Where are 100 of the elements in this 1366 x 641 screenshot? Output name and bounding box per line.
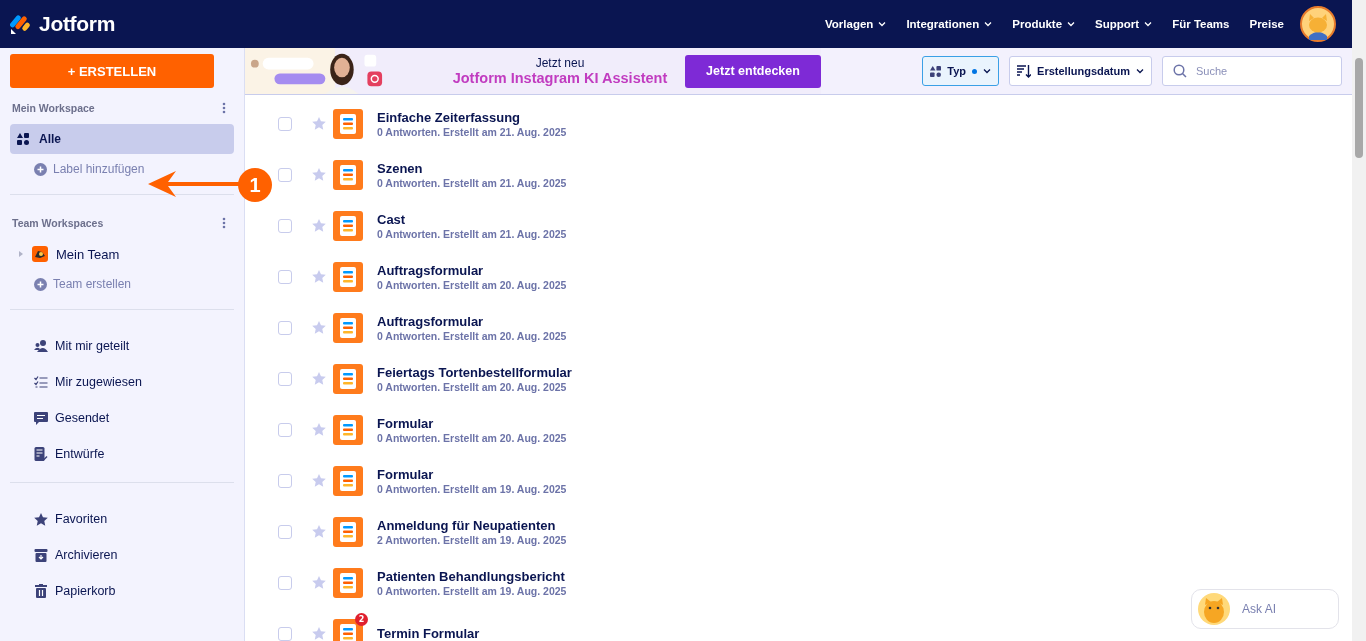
ask-ai-button[interactable]: Ask AI (1191, 589, 1339, 629)
notification-badge: 2 (355, 612, 368, 626)
checkbox[interactable] (278, 320, 292, 335)
form-icon (333, 312, 363, 343)
checkbox[interactable] (278, 218, 292, 233)
logo-icon (10, 13, 32, 35)
create-team-link[interactable]: Team erstellen (10, 269, 234, 299)
banner-headline: Jotform Instagram KI Assistent (452, 70, 668, 86)
form-meta: 0 Antworten. Erstellt am 21. Aug. 2025 (377, 227, 567, 240)
form-icon (333, 516, 363, 547)
form-meta: 0 Antworten. Erstellt am 20. Aug. 2025 (377, 380, 568, 393)
form-title: Patienten Behandlungsbericht (377, 568, 566, 584)
scrollbar[interactable] (1352, 0, 1366, 641)
trash-icon (34, 584, 48, 598)
star-icon[interactable] (312, 219, 326, 232)
star-icon[interactable] (312, 627, 326, 640)
nav-link[interactable]: Produkte (1012, 18, 1076, 30)
checkbox[interactable] (278, 422, 292, 437)
chevron-icon (983, 68, 992, 74)
callout-number: 1 (238, 168, 272, 202)
more-icon[interactable] (222, 217, 226, 229)
form-title: Feiertags Tortenbestellformular (377, 364, 572, 380)
form-meta: 0 Antworten. Erstellt am 20. Aug. 2025 (377, 278, 567, 291)
star-icon[interactable] (312, 270, 326, 283)
star-icon[interactable] (312, 117, 326, 130)
sidebar-item[interactable]: Archivieren (10, 537, 234, 573)
nav-link[interactable]: Vorlagen (825, 18, 887, 30)
plus-icon (34, 277, 47, 291)
checkbox[interactable] (278, 524, 292, 539)
form-meta: 0 Antworten. Erstellt am 20. Aug. 2025 (377, 329, 567, 342)
chevron-icon (1136, 68, 1144, 74)
star-icon[interactable] (312, 525, 326, 538)
form-icon (333, 210, 363, 241)
add-label-link[interactable]: Label hinzufügen (10, 154, 234, 184)
chevron-icon (1067, 21, 1076, 27)
team-icon (32, 246, 48, 262)
shapes-icon (930, 65, 942, 77)
sort-icon (1017, 64, 1032, 78)
nav-link[interactable]: Preise (1249, 18, 1284, 30)
checkbox[interactable] (278, 473, 292, 488)
sidebar-item[interactable]: Favoriten (10, 501, 234, 537)
star-icon[interactable] (312, 474, 326, 487)
form-title: Termin Formular (377, 626, 480, 641)
form-title: Auftragsformular (377, 262, 485, 278)
sort-button[interactable]: Erstellungsdatum (1009, 56, 1152, 86)
form-title: Anmeldung für Neupatienten (377, 517, 557, 533)
team-item[interactable]: Mein Team (10, 239, 234, 269)
checkbox[interactable] (278, 269, 292, 284)
star-icon[interactable] (312, 168, 326, 181)
star-icon[interactable] (312, 576, 326, 589)
chevron-icon (984, 21, 993, 27)
checkbox[interactable] (278, 167, 292, 182)
chevron-icon (1144, 21, 1153, 27)
form-icon (333, 414, 363, 445)
section-title: Mein Workspace (12, 102, 95, 114)
discover-button[interactable]: Jetzt entdecken (685, 54, 821, 88)
star-icon[interactable] (312, 372, 326, 385)
form-title: Auftragsformular (377, 313, 485, 329)
logo-text: Jotform (39, 12, 116, 36)
avatar-icon[interactable] (1300, 6, 1336, 42)
star-icon[interactable] (312, 321, 326, 334)
active-dot-icon (972, 68, 978, 74)
banner-eyebrow: Jetzt neu (535, 56, 585, 70)
grid-icon (17, 133, 29, 145)
form-title: Formular (377, 466, 435, 482)
sidebar-item[interactable]: Gesendet (10, 400, 234, 436)
checkbox[interactable] (278, 116, 292, 131)
sidebar-item[interactable]: Mir zugewiesen (10, 364, 234, 400)
sidebar-item[interactable]: Entwürfe (10, 436, 234, 472)
sidebar-item[interactable]: Mit mir geteilt (10, 328, 234, 364)
form-meta: 0 Antworten. Erstellt am 21. Aug. 2025 (377, 176, 567, 189)
document-icon (34, 447, 48, 461)
search-icon (1173, 64, 1187, 78)
checkbox[interactable] (278, 371, 292, 386)
star-icon[interactable] (312, 423, 326, 436)
search-field[interactable]: Suche (1162, 56, 1342, 86)
checklist-icon (34, 376, 48, 388)
archive-icon (34, 548, 48, 562)
more-icon[interactable] (222, 102, 226, 114)
form-icon (333, 159, 363, 190)
checkbox[interactable] (278, 575, 292, 590)
checkbox[interactable] (278, 626, 292, 641)
plus-icon (34, 162, 47, 176)
form-meta: 0 Antworten. Erstellt am 19. Aug. 2025 (377, 482, 567, 495)
form-icon (333, 261, 363, 292)
form-icon (333, 108, 363, 139)
nav-link[interactable]: Support (1095, 18, 1153, 30)
chevron-icon (878, 21, 887, 27)
sidebar-item[interactable]: Papierkorb (10, 573, 234, 609)
form-meta: 0 Antworten. Erstellt am 20. Aug. 2025 (377, 431, 567, 444)
workspace-item[interactable]: Alle (10, 124, 234, 154)
form-meta: 0 Antworten. Erstellt am 19. Aug. 2025 (377, 584, 567, 597)
star-icon (34, 512, 48, 526)
form-meta: 0 Antworten. Erstellt am 21. Aug. 2025 (377, 125, 567, 138)
nav-link[interactable]: Für Teams (1172, 18, 1230, 30)
people-icon (34, 340, 48, 352)
form-meta: 2 Antworten. Erstellt am 19. Aug. 2025 (377, 533, 567, 546)
type-filter-button[interactable]: Typ (922, 56, 1000, 86)
nav-link[interactable]: Integrationen (906, 18, 993, 30)
form-title: Cast (377, 211, 407, 227)
